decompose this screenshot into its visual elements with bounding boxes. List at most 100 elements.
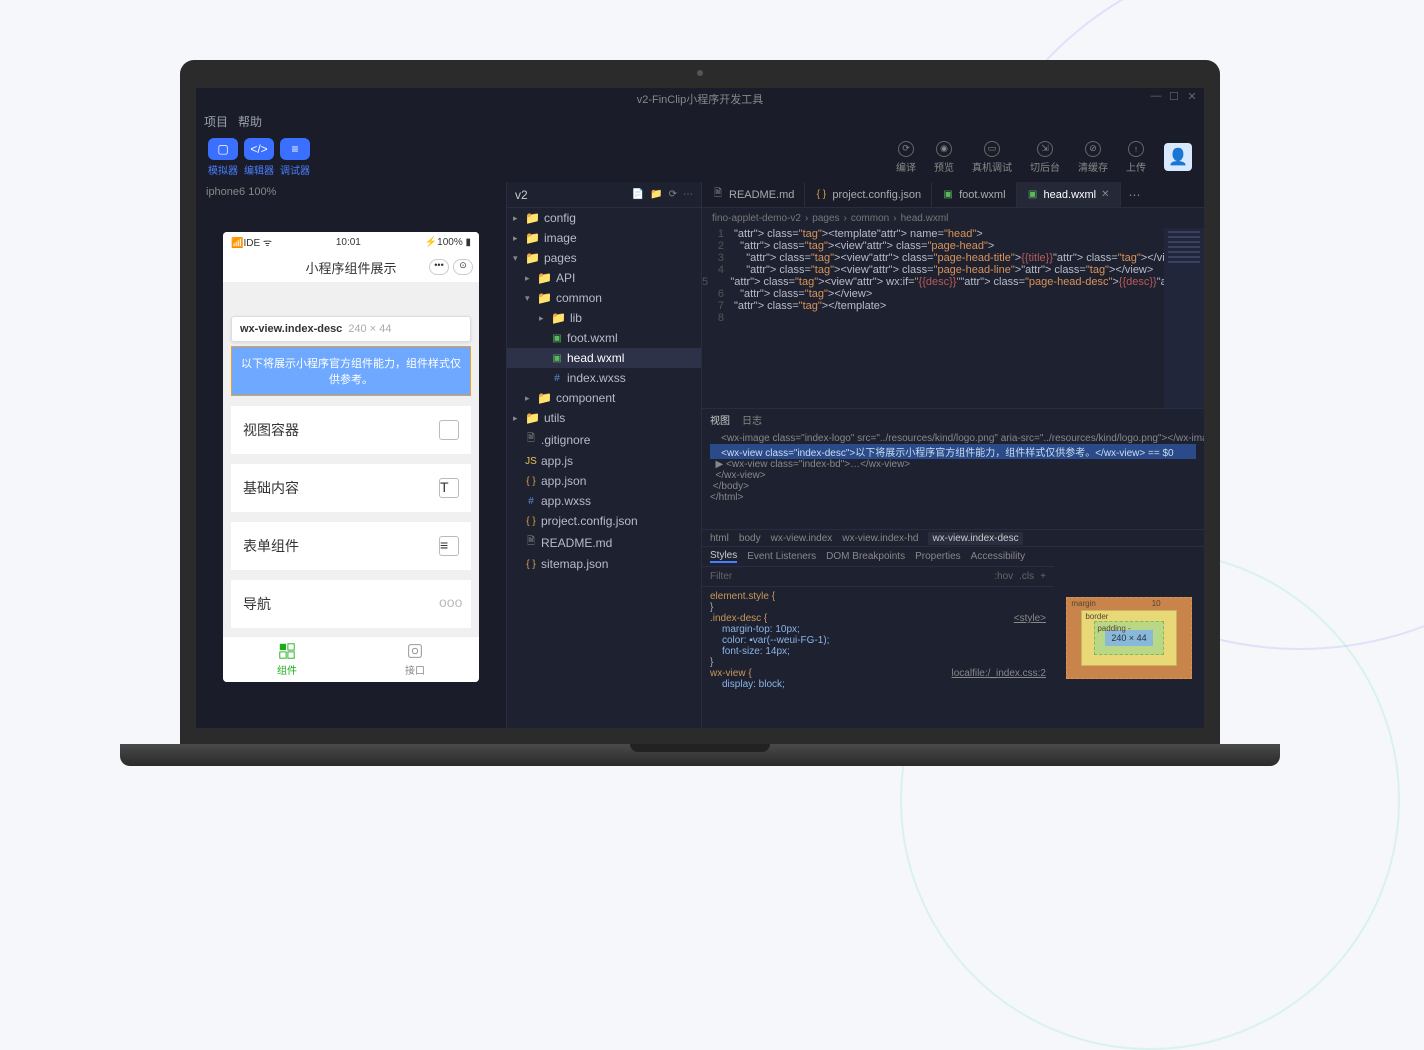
laptop-camera — [697, 70, 703, 76]
clear-cache-button[interactable]: ⊘清缓存 — [1078, 141, 1108, 174]
explorer-header: v2 📄 📁 ⟳ ⋯ — [507, 182, 701, 208]
phone-navbar: 小程序组件展示 ••• ⊙ — [223, 252, 479, 282]
file-item[interactable]: # app.wxss — [507, 491, 701, 511]
laptop-base — [120, 744, 1280, 766]
editor-tabs: 🗎README.md{ }project.config.json▣foot.wx… — [702, 182, 1204, 208]
inspected-element[interactable]: 以下将展示小程序官方组件能力，组件样式仅供参考。 — [231, 346, 471, 396]
editor-tab[interactable]: ▣foot.wxml — [932, 182, 1016, 207]
editor-tab[interactable]: { }project.config.json — [805, 182, 932, 207]
dom-breadcrumb: html body wx-view.index wx-view.index-hd wx-… — [702, 529, 1204, 547]
folder-item[interactable]: ▸📁 component — [507, 388, 701, 408]
menu-help[interactable]: 帮助 — [238, 113, 262, 130]
folder-item[interactable]: ▸📁 lib — [507, 308, 701, 328]
more-icon[interactable]: ⋯ — [683, 189, 693, 200]
folder-item[interactable]: ▸📁 utils — [507, 408, 701, 428]
list-item[interactable]: 表单组件≡ — [231, 522, 471, 570]
styles-tab[interactable]: DOM Breakpoints — [826, 551, 905, 562]
menu-project[interactable]: 项目 — [204, 113, 228, 130]
devtab-view[interactable]: 视图 — [710, 412, 730, 427]
window-title: v2-FinClip小程序开发工具 — [637, 91, 764, 107]
file-item[interactable]: { } sitemap.json — [507, 554, 701, 574]
file-item[interactable]: 🗎 README.md — [507, 531, 701, 554]
hov-toggle[interactable]: :hov — [994, 571, 1013, 582]
new-file-icon[interactable]: 📄 — [632, 189, 644, 200]
folder-item[interactable]: ▾📁 common — [507, 288, 701, 308]
phone-tabbar: 组件 接口 — [223, 636, 479, 682]
folder-item[interactable]: ▸📁 config — [507, 208, 701, 228]
tab-close-icon[interactable]: ✕ — [1101, 189, 1109, 200]
add-rule-icon[interactable]: + — [1040, 571, 1046, 582]
preview-button[interactable]: ◉预览 — [934, 141, 954, 174]
remote-debug-button[interactable]: ▭真机调试 — [972, 141, 1012, 174]
devtools-top-tabs: 视图 日志 — [702, 409, 1204, 429]
folder-item[interactable]: ▾📁 pages — [507, 248, 701, 268]
dom-path-segment[interactable]: wx-view.index-hd — [842, 533, 918, 544]
background-button[interactable]: ⇲切后台 — [1030, 141, 1060, 174]
minimize-button[interactable]: — — [1150, 90, 1162, 102]
dom-inspector[interactable]: <wx-image class="index-logo" src="../res… — [702, 429, 1204, 529]
maximize-button[interactable]: ☐ — [1168, 90, 1180, 102]
compile-button[interactable]: ⟳编译 — [896, 141, 916, 174]
inspector-tooltip: wx-view.index-desc240 × 44 — [231, 316, 471, 342]
user-avatar[interactable]: 👤 — [1164, 143, 1192, 171]
editor-tab[interactable]: 🗎README.md — [702, 182, 805, 207]
editor-label: 编辑器 — [244, 162, 274, 177]
toolbar: ▢ 模拟器 </> 编辑器 ≡ 调试器 ⟳编译 ◉预览 ▭真机调试 ⇲切后台 ⊘清缓存… — [196, 132, 1204, 182]
devtab-log[interactable]: 日志 — [742, 412, 762, 427]
phone-body[interactable]: wx-view.index-desc240 × 44 以下将展示小程序官方组件能… — [223, 282, 479, 636]
simulator-toggle[interactable]: ▢ — [208, 138, 238, 160]
folder-item[interactable]: ▸📁 API — [507, 268, 701, 288]
signal-icon: 📶IDE ᯤ — [231, 235, 272, 249]
css-rules[interactable]: element.style { } .index-desc {<style> m… — [702, 587, 1054, 728]
minimap[interactable] — [1164, 228, 1204, 408]
file-item[interactable]: ▣ head.wxml — [507, 348, 701, 368]
breadcrumb[interactable]: fino-applet-demo-v2 › pages › common › h… — [702, 208, 1204, 228]
tab-components[interactable]: 组件 — [223, 637, 351, 682]
list-icon: ≡ — [439, 536, 459, 556]
file-item[interactable]: JS app.js — [507, 451, 701, 471]
refresh-icon[interactable]: ⟳ — [669, 189, 677, 200]
file-item[interactable]: 🗎 .gitignore — [507, 428, 701, 451]
laptop-frame: v2-FinClip小程序开发工具 — ☐ ✕ 项目 帮助 ▢ 模拟器 </> 编辑… — [180, 60, 1220, 766]
project-name: v2 — [515, 188, 528, 202]
dom-path-segment[interactable]: body — [739, 533, 761, 544]
text-icon: T — [439, 478, 459, 498]
file-item[interactable]: { } project.config.json — [507, 511, 701, 531]
list-item[interactable]: 导航ooo — [231, 580, 471, 628]
menubar: 项目 帮助 — [196, 110, 1204, 132]
debugger-toggle[interactable]: ≡ — [280, 138, 310, 160]
panel-icon — [439, 420, 459, 440]
styles-tab[interactable]: Event Listeners — [747, 551, 816, 562]
styles-tab[interactable]: Properties — [915, 551, 961, 562]
upload-button[interactable]: ↑上传 — [1126, 141, 1146, 174]
styles-tab[interactable]: Accessibility — [971, 551, 1025, 562]
phone-preview: 📶IDE ᯤ 10:01 ⚡100% ▮ 小程序组件展示 ••• ⊙ — [223, 232, 479, 682]
folder-item[interactable]: ▸📁 image — [507, 228, 701, 248]
simulator-device-label[interactable]: iphone6 100% — [196, 182, 506, 202]
dom-path-segment[interactable]: wx-view.index — [771, 533, 833, 544]
code-editor[interactable]: 1"attr"> class="tag"><template"attr"> na… — [702, 228, 1204, 408]
list-item[interactable]: 基础内容T — [231, 464, 471, 512]
file-item[interactable]: ▣ foot.wxml — [507, 328, 701, 348]
debugger-label: 调试器 — [280, 162, 310, 177]
dom-path-segment[interactable]: html — [710, 533, 729, 544]
file-item[interactable]: { } app.json — [507, 471, 701, 491]
dom-path-segment[interactable]: wx-view.index-desc — [928, 532, 1022, 545]
editor-tab[interactable]: ▣head.wxml✕ — [1017, 182, 1121, 207]
file-explorer: v2 📄 📁 ⟳ ⋯ ▸📁 config▸📁 image▾📁 pages▸📁 A… — [506, 182, 702, 728]
dom-selected-line[interactable]: <wx-view class="index-desc">以下将展示小程序官方组件… — [710, 444, 1196, 459]
styles-tab[interactable]: Styles — [710, 550, 737, 563]
ide-root: v2-FinClip小程序开发工具 — ☐ ✕ 项目 帮助 ▢ 模拟器 </> 编辑… — [196, 88, 1204, 728]
cls-toggle[interactable]: .cls — [1019, 571, 1034, 582]
editor-toggle[interactable]: </> — [244, 138, 274, 160]
navbar-close-icon[interactable]: ⊙ — [453, 259, 473, 275]
filter-input[interactable]: Filter — [710, 571, 732, 582]
new-folder-icon[interactable]: 📁 — [650, 189, 662, 200]
file-item[interactable]: # index.wxss — [507, 368, 701, 388]
tabs-more-icon[interactable]: ⋯ — [1121, 182, 1149, 207]
navbar-more-icon[interactable]: ••• — [429, 259, 449, 275]
tab-api[interactable]: 接口 — [351, 637, 479, 682]
close-button[interactable]: ✕ — [1186, 90, 1198, 102]
simulator-label: 模拟器 — [208, 162, 238, 177]
list-item[interactable]: 视图容器 — [231, 406, 471, 454]
